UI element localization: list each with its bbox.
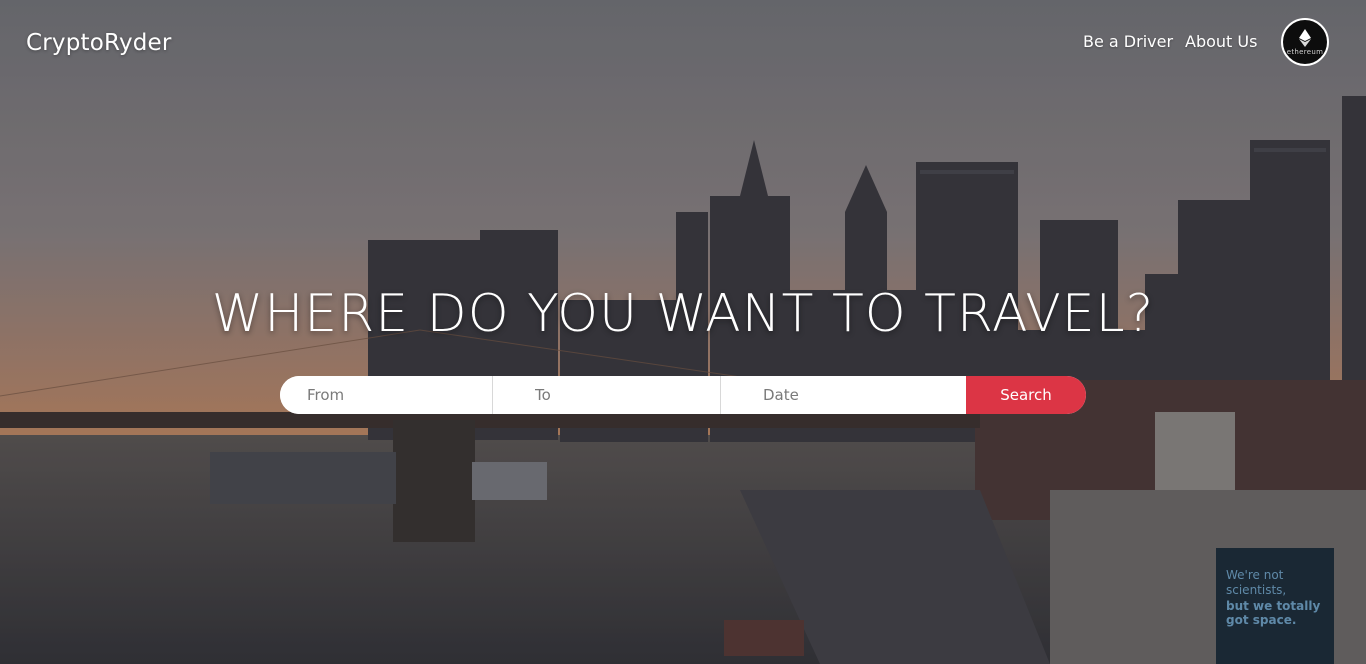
ethereum-badge[interactable]: ethereum [1281, 18, 1329, 66]
navbar: CryptoRyder Be a Driver About Us ethereu… [0, 0, 1366, 86]
hero-headline: WHERE DO YOU WANT TO TRAVEL? [211, 284, 1155, 344]
hero-section: We're not scientists, but we totally got… [0, 0, 1366, 664]
about-us-link[interactable]: About Us [1185, 32, 1257, 51]
date-input[interactable] [721, 376, 966, 414]
to-input[interactable] [493, 376, 721, 414]
ethereum-label: ethereum [1286, 47, 1324, 56]
brand-logo[interactable]: CryptoRyder [26, 30, 172, 56]
be-a-driver-link[interactable]: Be a Driver [1083, 32, 1173, 51]
ethereum-icon [1299, 28, 1311, 47]
search-button[interactable]: Search [966, 376, 1086, 414]
from-input[interactable] [280, 376, 493, 414]
trip-search-form: Search [280, 376, 1086, 414]
